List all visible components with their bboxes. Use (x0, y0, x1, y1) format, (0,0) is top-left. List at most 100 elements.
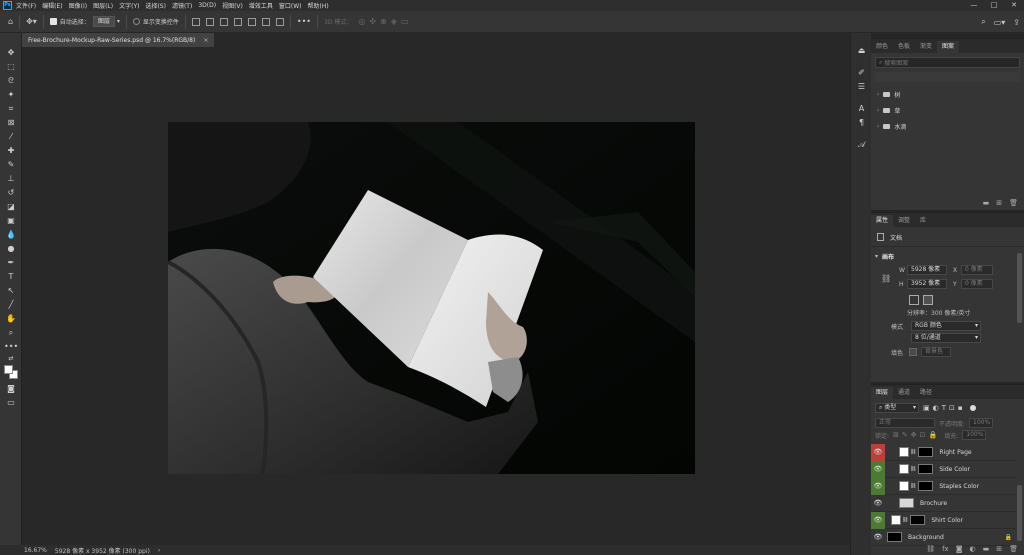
foreground-color-swatch[interactable] (4, 365, 13, 374)
close-window-button[interactable]: ✕ (1004, 0, 1024, 11)
move-tool-preset-icon[interactable]: ✥▾ (26, 17, 37, 26)
auto-select-checkbox[interactable] (49, 18, 57, 25)
tab-swatches[interactable]: 色板 (893, 41, 915, 53)
align-bottom-icon[interactable] (261, 17, 270, 26)
layer-filter-icons[interactable]: ▣◐T⊡▪ (923, 404, 966, 412)
lasso-tool-icon[interactable]: ᘓ (4, 75, 18, 86)
auto-select-dropdown[interactable]: 图层 (92, 16, 115, 27)
zoom-level[interactable]: 16.67% (24, 547, 47, 554)
menu-window[interactable]: 窗口(W) (279, 1, 302, 10)
tab-gradients[interactable]: 渐变 (915, 41, 937, 53)
tab-properties[interactable]: 属性 (871, 215, 894, 227)
menu-file[interactable]: 文件(F) (16, 1, 36, 10)
healing-tool-icon[interactable]: ✚ (4, 145, 18, 156)
delete-layer-icon[interactable]: 🗑 (1009, 545, 1018, 553)
pattern-folder-trees[interactable]: › 树 (871, 86, 1024, 102)
new-layer-icon[interactable]: ⊞ (996, 545, 1002, 553)
x-field[interactable]: 0 像素 (961, 265, 993, 275)
height-field[interactable]: 3952 像素 (907, 279, 947, 289)
layer-row-side-color[interactable]: 👁 ⛓ Side Color (871, 460, 1016, 478)
layer-row-right-page[interactable]: 👁 ⛓ Right Page (871, 443, 1016, 461)
width-field[interactable]: 5928 像素 (907, 265, 947, 275)
link-layers-icon[interactable]: ⛓ (926, 545, 935, 553)
minimize-button[interactable]: — (964, 0, 984, 11)
menu-edit[interactable]: 编辑(E) (42, 1, 62, 10)
align-vcenter-icon[interactable] (247, 17, 256, 26)
dodge-tool-icon[interactable]: ● (4, 243, 18, 254)
character-icon[interactable]: A (856, 103, 867, 114)
portrait-icon[interactable] (909, 295, 919, 305)
layer-row-brochure[interactable]: 👁 Brochure (871, 495, 1016, 512)
line-tool-icon[interactable]: ╱ (4, 299, 18, 310)
fill-field[interactable]: 100% (962, 430, 987, 440)
history-icon[interactable]: ⏏ (856, 45, 867, 56)
blend-mode-dropdown[interactable]: 正常 (875, 418, 935, 428)
tab-adjustments[interactable]: 调整 (893, 215, 915, 227)
layer-row-background[interactable]: 👁 Background 🔒 (871, 529, 1016, 546)
gradient-tool-icon[interactable]: ▣ (4, 215, 18, 226)
show-transform-checkbox[interactable] (132, 18, 140, 25)
eye-icon[interactable]: 👁 (871, 460, 885, 478)
eye-icon[interactable]: 👁 (871, 529, 885, 546)
distribute-icon[interactable] (275, 17, 284, 26)
lock-icons[interactable]: ⊠✎✥⊡🔒 (893, 431, 940, 439)
adjustment-layer-icon[interactable]: ◐ (970, 545, 976, 553)
filter-toggle-icon[interactable] (969, 405, 976, 411)
align-right-icon[interactable] (219, 17, 228, 26)
adjust-icon[interactable]: ☰ (856, 81, 867, 92)
path-select-tool-icon[interactable]: ↖ (4, 285, 18, 296)
history-brush-icon[interactable]: ↺ (4, 187, 18, 198)
paragraph-icon[interactable]: ¶ (856, 117, 867, 128)
status-menu-arrow[interactable]: › (158, 547, 160, 554)
menu-plugins[interactable]: 增效工具 (249, 1, 273, 10)
layer-row-shirt-color[interactable]: 👁 ⛓ Shirt Color (871, 511, 1016, 529)
fill-dropdown[interactable]: 背景色 (921, 347, 951, 357)
link-dimensions-icon[interactable]: ⛓ (881, 274, 891, 283)
tab-channels[interactable]: 通道 (893, 387, 915, 399)
landscape-icon[interactable] (923, 295, 933, 305)
pen-tool-icon[interactable]: ✒ (4, 257, 18, 268)
home-icon[interactable]: ⌂ (8, 17, 13, 26)
pattern-search-input[interactable]: ⌕ 搜索图案 (875, 57, 1020, 68)
document-image[interactable] (168, 122, 695, 474)
move-tool-icon[interactable]: ✥ (4, 47, 18, 58)
menu-3d[interactable]: 3D(D) (198, 2, 216, 9)
layer-filter-dropdown[interactable]: ⌕ 类型 ▾ (875, 403, 919, 413)
new-pattern-icon[interactable]: ⊞ (996, 199, 1002, 207)
glyphs-icon[interactable]: 𝒜 (856, 139, 867, 150)
fill-swatch[interactable] (909, 348, 917, 356)
marquee-tool-icon[interactable]: ⬚ (4, 61, 18, 72)
eye-icon[interactable]: 👁 (871, 443, 885, 461)
tab-patterns[interactable]: 图案 (937, 41, 960, 53)
quick-mask-icon[interactable]: ◙ (4, 383, 18, 394)
more-tools-icon[interactable]: ••• (4, 341, 18, 352)
crop-tool-icon[interactable]: ⌗ (4, 103, 18, 114)
delete-icon[interactable]: 🗑 (1009, 199, 1018, 207)
eye-icon[interactable]: 👁 (871, 477, 885, 495)
menu-layer[interactable]: 图层(L) (93, 1, 113, 10)
y-field[interactable]: 0 像素 (961, 279, 993, 289)
properties-scrollbar[interactable] (1017, 253, 1022, 323)
magic-wand-tool-icon[interactable]: ✦ (4, 89, 18, 100)
brush-tool-icon[interactable]: ✎ (4, 159, 18, 170)
tab-layers[interactable]: 图层 (871, 387, 894, 399)
screen-mode-icon[interactable]: ▭ (4, 397, 18, 408)
menu-view[interactable]: 视图(V) (222, 1, 243, 10)
stamp-tool-icon[interactable]: ⊥ (4, 173, 18, 184)
more-options-icon[interactable]: ••• (297, 17, 311, 26)
add-mask-icon[interactable]: ◙ (956, 545, 963, 553)
tab-color[interactable]: 颜色 (871, 41, 893, 53)
eye-icon[interactable]: 👁 (871, 511, 885, 529)
search-icon[interactable]: ⌕ (981, 17, 985, 27)
tab-paths[interactable]: 路径 (915, 387, 937, 399)
close-icon[interactable]: × (203, 37, 208, 44)
swap-colors-icon[interactable]: ⇄ (4, 353, 18, 364)
eye-icon[interactable]: 👁 (871, 495, 885, 512)
share-icon[interactable]: ⇪ (1013, 18, 1020, 27)
bit-depth-dropdown[interactable]: 8 位/通道 ▾ (911, 333, 981, 343)
type-tool-icon[interactable]: T (4, 271, 18, 282)
layers-scrollbar[interactable] (1017, 485, 1022, 541)
canvas-section-header[interactable]: ▾ 画布 (871, 250, 1024, 262)
pattern-slider[interactable] (875, 72, 1020, 82)
hand-tool-icon[interactable]: ✋ (4, 313, 18, 324)
